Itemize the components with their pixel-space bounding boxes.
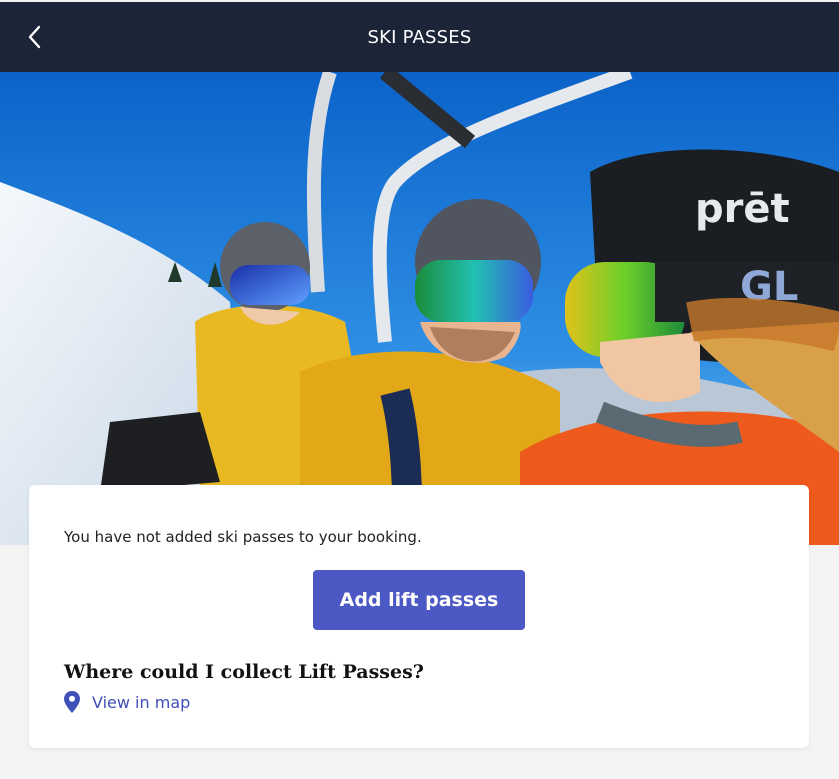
add-lift-passes-button[interactable]: Add lift passes: [313, 570, 525, 630]
chevron-left-icon: [28, 25, 41, 49]
no-passes-message: You have not added ski passes to your bo…: [64, 528, 422, 546]
back-button[interactable]: [22, 24, 48, 50]
top-bar: SKI PASSES: [0, 2, 839, 72]
page-title: SKI PASSES: [367, 26, 472, 48]
map-pin-icon: [64, 691, 80, 713]
collect-heading: Where could I collect Lift Passes?: [64, 661, 424, 683]
hero-image: prēt GL: [0, 72, 839, 545]
ski-pass-card: You have not added ski passes to your bo…: [29, 485, 809, 748]
view-in-map-label: View in map: [92, 692, 191, 712]
view-in-map-link[interactable]: View in map: [64, 691, 190, 713]
svg-text:prēt: prēt: [695, 186, 790, 232]
